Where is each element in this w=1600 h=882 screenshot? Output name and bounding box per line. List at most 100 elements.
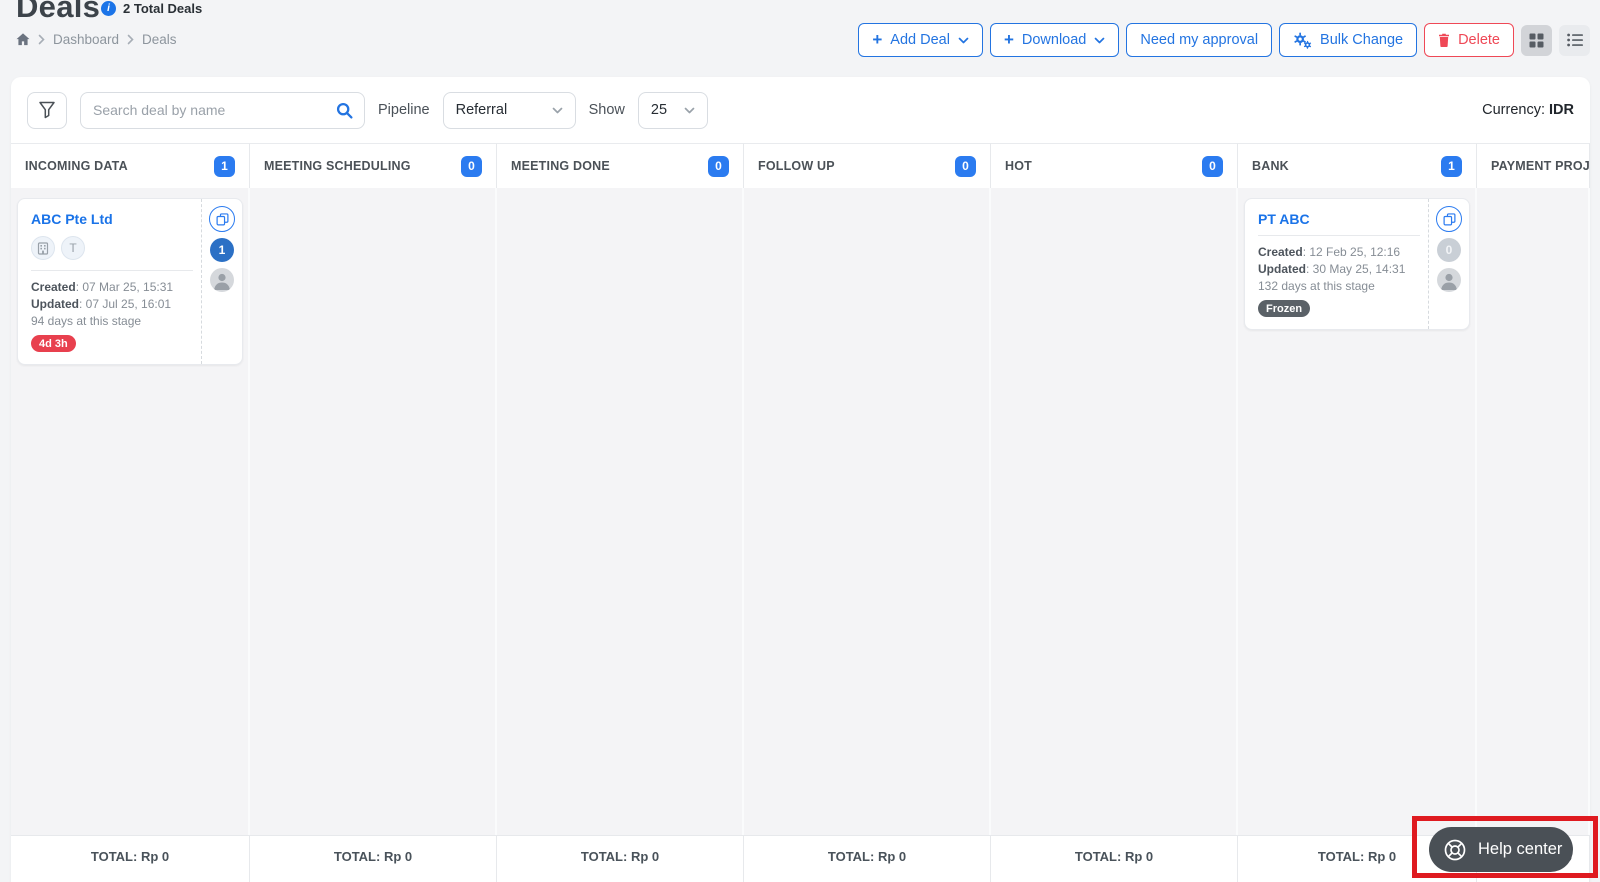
toolbar: + Add Deal + Download Need my approval B… [858,23,1590,57]
help-center-label: Help center [1478,840,1563,858]
list-view-button[interactable] [1559,24,1590,56]
column-name: MEETING SCHEDULING [264,159,411,173]
breadcrumb: Dashboard Deals [16,32,177,47]
company-chip[interactable] [31,236,55,260]
deal-card-actions: 1 [201,199,242,364]
filter-button[interactable] [27,91,67,129]
column-total-incoming-data: TOTAL: Rp 0 [11,835,250,882]
building-icon [37,241,49,255]
grid-view-button[interactable] [1521,24,1552,56]
copy-icon [216,212,229,226]
deal-card-content: PT ABC Created: 12 Feb 25, 12:16 Updated… [1245,199,1428,329]
column-count-badge: 1 [1441,155,1462,177]
gears-icon [1293,32,1312,49]
column-header-follow-up: FOLLOW UP 0 [744,143,991,188]
created-line: Created: 12 Feb 25, 12:16 [1258,245,1401,259]
filter-bar: Pipeline Referral Show 25 Currency: IDR [11,77,1590,143]
info-icon[interactable]: i [101,1,116,16]
duplicate-deal-button[interactable] [209,206,235,232]
home-icon[interactable] [16,33,30,46]
tag-chip[interactable]: T [61,236,85,260]
created-line: Created: 07 Mar 25, 15:31 [31,280,174,294]
column-name: HOT [1005,159,1032,173]
column-count-badge: 1 [214,155,235,177]
plus-icon: + [872,29,883,49]
add-deal-button[interactable]: + Add Deal [858,23,983,57]
search-icon[interactable] [336,102,353,124]
column-body-meeting-scheduling [250,188,497,835]
grid-icon [1529,33,1544,48]
updated-line: Updated: 30 May 25, 14:31 [1258,262,1406,276]
column-body-payment-proj [1477,188,1590,835]
delete-button[interactable]: Delete [1424,23,1514,57]
column-header-meeting-scheduling: MEETING SCHEDULING 0 [250,143,497,188]
chevron-down-icon [958,37,969,44]
pipeline-select[interactable]: Referral [442,91,576,129]
column-name: MEETING DONE [511,159,610,173]
need-my-approval-button[interactable]: Need my approval [1126,23,1273,57]
deal-title-link[interactable]: ABC Pte Ltd [31,211,193,227]
duplicate-deal-button[interactable] [1436,206,1462,232]
column-body-incoming-data: ABC Pte Ltd T Created: 07 Mar 25, 15:31 … [11,188,250,835]
deal-card-content: ABC Pte Ltd T Created: 07 Mar 25, 15:31 … [18,199,201,364]
currency-value: IDR [1549,102,1574,118]
updated-line: Updated: 07 Jul 25, 16:01 [31,297,172,311]
show-value: 25 [650,102,668,118]
column-header-meeting-done: MEETING DONE 0 [497,143,744,188]
breadcrumb-dashboard[interactable]: Dashboard [53,32,119,47]
column-header-incoming-data: INCOMING DATA 1 [11,143,250,188]
deal-card-abc-pte-ltd[interactable]: ABC Pte Ltd T Created: 07 Mar 25, 15:31 … [17,198,243,365]
need-my-approval-label: Need my approval [1140,32,1259,48]
column-total-follow-up: TOTAL: Rp 0 [744,835,991,882]
copy-icon [1443,212,1456,226]
assignee-avatar [1437,268,1461,292]
column-name: INCOMING DATA [25,159,128,173]
activity-count-badge: 0 [1437,238,1461,262]
add-deal-label: Add Deal [890,32,950,48]
column-total-hot: TOTAL: Rp 0 [991,835,1238,882]
plus-icon: + [1003,29,1014,49]
frozen-badge: Frozen [1258,300,1311,317]
stage-duration: 94 days at this stage [31,314,142,328]
column-body-follow-up [744,188,991,835]
column-header-payment-proj: PAYMENT PROJ [1477,143,1590,188]
column-name: FOLLOW UP [758,159,835,173]
currency-label: Currency: [1482,102,1545,118]
chevron-down-icon [552,107,563,114]
column-count-badge: 0 [708,155,729,177]
bulk-change-button[interactable]: Bulk Change [1279,23,1418,57]
stage-duration: 132 days at this stage [1258,279,1375,293]
divider [31,270,193,271]
lifebuoy-icon [1442,837,1468,863]
funnel-icon [37,100,57,120]
show-select[interactable]: 25 [637,91,708,129]
trash-icon [1438,33,1450,47]
deal-title-link[interactable]: PT ABC [1258,211,1420,227]
currency-indicator: Currency: IDR [1482,102,1574,118]
chevron-right-icon [127,34,134,45]
download-button[interactable]: + Download [989,23,1120,57]
total-deals-count: 2 Total Deals [123,1,203,16]
deal-card-actions: 0 [1428,199,1469,329]
column-total-meeting-scheduling: TOTAL: Rp 0 [250,835,497,882]
kanban-board: INCOMING DATA 1 MEETING SCHEDULING 0 MEE… [11,143,1590,882]
chevron-right-icon [38,34,45,45]
show-label: Show [588,102,625,118]
column-count-badge: 0 [1202,155,1223,177]
breadcrumb-deals[interactable]: Deals [142,32,177,47]
column-count-badge: 0 [461,155,482,177]
list-icon [1566,33,1583,47]
column-body-hot [991,188,1238,835]
pipeline-label: Pipeline [378,102,430,118]
assignee-avatar [210,268,234,292]
deal-card-pt-abc[interactable]: PT ABC Created: 12 Feb 25, 12:16 Updated… [1244,198,1470,330]
search-input[interactable] [80,91,365,129]
column-name: PAYMENT PROJ [1491,159,1590,173]
column-body-meeting-done [497,188,744,835]
delete-label: Delete [1458,32,1500,48]
chevron-down-icon [1094,37,1105,44]
help-center-button[interactable]: Help center [1429,827,1573,872]
bulk-change-label: Bulk Change [1320,32,1404,48]
column-name: BANK [1252,159,1289,173]
download-label: Download [1021,32,1087,48]
